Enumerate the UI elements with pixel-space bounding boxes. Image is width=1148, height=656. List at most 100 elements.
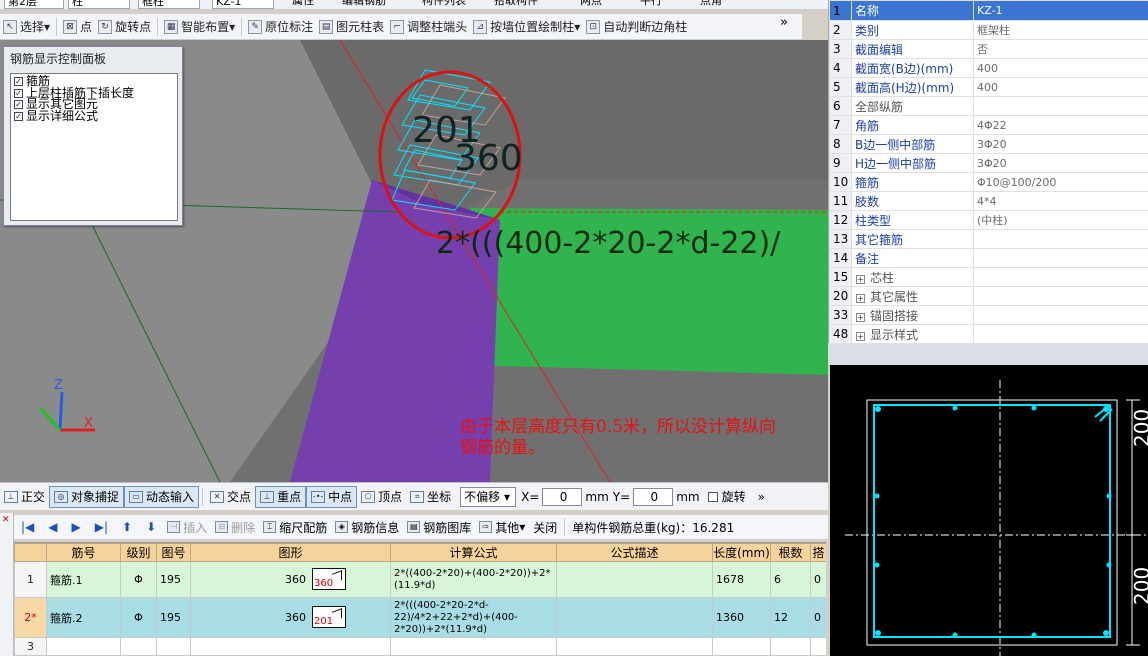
property-value[interactable]: 4Φ22 [973, 115, 1148, 135]
property-value[interactable] [973, 305, 1148, 325]
two-point-button[interactable]: 两点 [580, 0, 602, 9]
formula-desc-cell[interactable] [556, 637, 713, 656]
property-value[interactable]: KZ-1 [973, 0, 1148, 21]
property-row[interactable]: 5 截面高(H边)(mm) 400 [829, 77, 1148, 97]
property-row[interactable]: 9 H边一侧中部筋 3Φ20 [829, 153, 1148, 173]
count-cell[interactable]: 12 [770, 597, 811, 638]
header-lap[interactable]: 搭 [810, 543, 826, 562]
property-row[interactable]: 6 全部纵筋 [829, 96, 1148, 116]
formula-cell[interactable] [390, 637, 557, 656]
other-button[interactable]: ⇨ 其他 ▾ [475, 519, 529, 536]
property-name[interactable]: 全部纵筋 [851, 96, 974, 116]
select-button[interactable]: ↖ 选择 ▾ [0, 16, 53, 38]
toolbar-more-button[interactable]: » [780, 15, 800, 30]
property-value[interactable]: Φ10@100/200 [973, 172, 1148, 192]
coordinate-snap[interactable]: ⌗ 坐标 [406, 486, 455, 508]
expand-plus-icon[interactable]: + [856, 312, 865, 322]
property-name[interactable]: 备注 [851, 248, 974, 268]
floor-select[interactable]: 第2层 [4, 0, 64, 9]
pick-member-button[interactable]: 拾取构件 [494, 0, 538, 9]
move-down-icon[interactable]: ⬇ [139, 520, 163, 534]
property-name[interactable]: + 其它属性 [851, 286, 974, 306]
close-button[interactable]: 关闭 [529, 519, 561, 536]
attr-button[interactable]: 属性 [292, 0, 314, 9]
shape-cell[interactable] [190, 637, 391, 656]
checkbox-checked-icon[interactable]: ✓ [14, 100, 23, 110]
delete-button[interactable]: ⊟ 删除 [211, 519, 259, 536]
property-name[interactable]: 截面高(H边)(mm) [851, 77, 974, 97]
property-name[interactable]: + 显示样式 [851, 324, 974, 344]
property-value[interactable] [973, 229, 1148, 249]
property-row[interactable]: 1 名称 KZ-1 [829, 0, 1148, 21]
property-value[interactable] [973, 267, 1148, 287]
property-name[interactable]: + 锚固搭接 [851, 305, 974, 325]
table-row[interactable]: 1 箍筋.1 Φ 195 360 360 2*((400-2*20)+(400-2… [14, 561, 826, 598]
property-value[interactable]: 3Φ20 [973, 134, 1148, 154]
property-row[interactable]: 7 角筋 4Φ22 [829, 115, 1148, 135]
header-fig-no[interactable]: 图号 [156, 543, 191, 562]
grade-cell[interactable]: Φ [120, 597, 157, 638]
property-name[interactable]: 截面宽(B边)(mm) [851, 58, 974, 78]
member-select[interactable]: KZ-1 [212, 0, 274, 9]
option-detailed-formula[interactable]: ✓ 显示详细公式 [14, 110, 174, 123]
snapbar-more-button[interactable]: » [758, 490, 765, 504]
member-list-button[interactable]: 构件列表 [422, 0, 466, 9]
checkbox-checked-icon[interactable]: ✓ [14, 77, 23, 87]
lap-cell[interactable]: 0 [810, 597, 826, 638]
vertex-snap[interactable]: ⬠ 顶点 [357, 486, 406, 508]
header-grade[interactable]: 级别 [120, 543, 157, 562]
inplace-annotation-button[interactable]: ✎ 原位标注 [245, 16, 316, 38]
x-input[interactable]: 0 [542, 487, 583, 506]
rebar-info-button[interactable]: ◈ 钢筋信息 [331, 519, 403, 536]
shape-cell[interactable]: 360 360 [190, 561, 391, 598]
ortho-toggle[interactable]: ⊥ 正交 [0, 486, 49, 508]
scale-rebar-button[interactable]: ⌶ 缩尺配筋 [259, 519, 331, 536]
property-name[interactable]: B边一侧中部筋 [851, 134, 974, 154]
property-value[interactable] [973, 286, 1148, 306]
property-row[interactable]: 12 柱类型 (中柱) [829, 210, 1148, 230]
property-value[interactable] [973, 324, 1148, 344]
property-name[interactable]: 类别 [851, 20, 974, 40]
header-bar-no[interactable]: 筋号 [46, 543, 121, 562]
property-row[interactable]: 8 B边一侧中部筋 3Φ20 [829, 134, 1148, 154]
parallel-button[interactable]: 平行 [640, 0, 662, 9]
length-cell[interactable]: 1678 [712, 561, 771, 598]
bar-no-cell[interactable]: 箍筋.1 [46, 561, 121, 598]
property-value[interactable]: 400 [973, 77, 1148, 97]
property-name[interactable]: 截面编辑 [851, 39, 974, 59]
header-shape[interactable]: 图形 [190, 543, 391, 562]
grade-cell[interactable]: Φ [120, 561, 157, 598]
bar-no-cell[interactable]: 箍筋.2 [46, 597, 121, 638]
grade-cell[interactable] [120, 637, 157, 656]
formula-desc-cell[interactable] [556, 561, 713, 598]
length-cell[interactable]: 1360 [712, 597, 771, 638]
midpoint-snap[interactable]: -•- 中点 [306, 485, 358, 508]
header-formula-desc[interactable]: 公式描述 [556, 543, 713, 562]
expand-plus-icon[interactable]: + [856, 293, 865, 303]
checkbox-checked-icon[interactable]: ✓ [14, 111, 23, 121]
adjust-end-button[interactable]: ⌐ 调整柱端头 [387, 16, 470, 38]
header-formula[interactable]: 计算公式 [390, 543, 557, 562]
insert-button[interactable]: ⊣ 插入 [163, 519, 211, 536]
property-row[interactable]: 11 肢数 4*4 [829, 191, 1148, 211]
auto-corner-button[interactable]: ⊡ 自动判断边角柱 [583, 16, 690, 38]
table-row[interactable]: 3 [14, 637, 826, 656]
first-record-icon[interactable]: |◀ [14, 520, 41, 534]
column-table-button[interactable]: ▤ 图元柱表 [316, 16, 387, 38]
rotate-point-button[interactable]: ↻ 旋转点 [95, 16, 154, 38]
fig-no-cell[interactable]: 195 [156, 561, 191, 598]
property-value[interactable] [973, 96, 1148, 116]
property-name[interactable]: 柱类型 [851, 210, 974, 230]
last-record-icon[interactable]: ▶| [88, 520, 115, 534]
property-name[interactable]: 其它箍筋 [851, 229, 974, 249]
table-row[interactable]: 2* 箍筋.2 Φ 195 360 201 2*(((400-2*20-2*d-2… [14, 597, 826, 638]
property-row[interactable]: 13 其它箍筋 [829, 229, 1148, 249]
checkbox-checked-icon[interactable]: ✓ [14, 88, 23, 98]
count-cell[interactable]: 6 [770, 561, 811, 598]
section-preview[interactable]: 200 200 [830, 365, 1148, 656]
perpendicular-snap[interactable]: ⊥ 重点 [255, 485, 307, 508]
formula-cell[interactable]: 2*((400-2*20)+(400-2*20))+2*(11.9*d) [390, 561, 557, 598]
formula-desc-cell[interactable] [556, 597, 713, 638]
intersection-snap[interactable]: ✕ 交点 [206, 486, 255, 508]
rebar-library-button[interactable]: ▤ 钢筋图库 [403, 519, 475, 536]
